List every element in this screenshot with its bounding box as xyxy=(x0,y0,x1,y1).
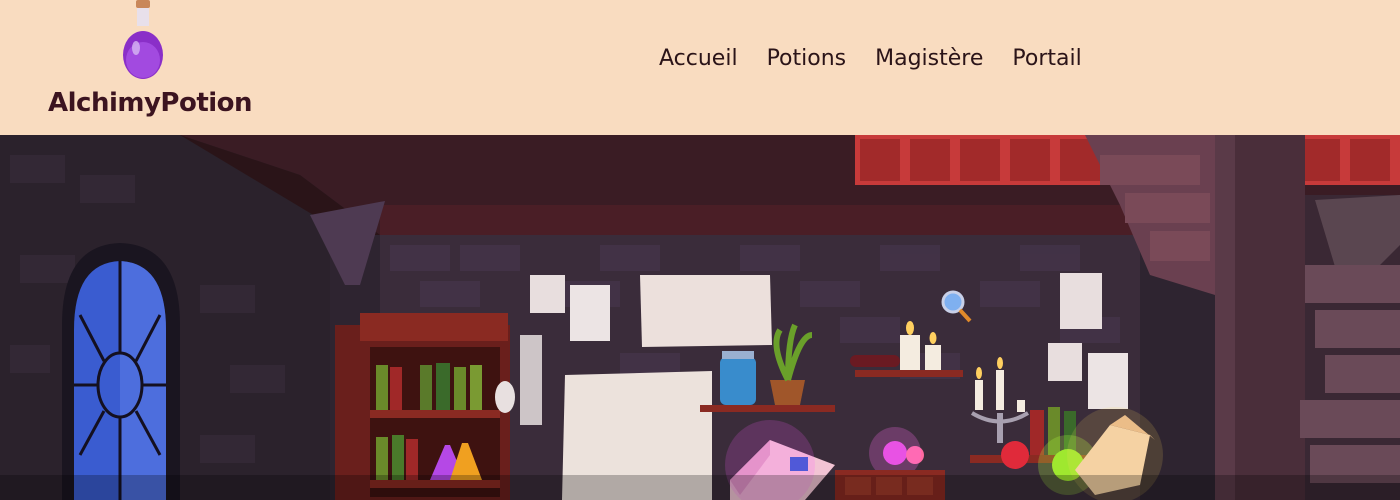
alchemy-lab-illustration xyxy=(0,135,1400,500)
nav-magistere[interactable]: Magistère xyxy=(875,46,983,71)
potion-bottle-icon xyxy=(123,0,163,79)
hero-banner xyxy=(0,135,1400,500)
nav-accueil[interactable]: Accueil xyxy=(659,46,738,71)
main-nav: Accueil Potions Magistère Portail xyxy=(659,46,1082,71)
brand-logo[interactable]: AlchimyPotion xyxy=(48,0,253,130)
brand-name: AlchimyPotion xyxy=(48,88,253,118)
nav-portail[interactable]: Portail xyxy=(1012,46,1081,71)
nav-potions[interactable]: Potions xyxy=(767,46,847,71)
site-header: AlchimyPotion Accueil Potions Magistère … xyxy=(0,0,1400,135)
